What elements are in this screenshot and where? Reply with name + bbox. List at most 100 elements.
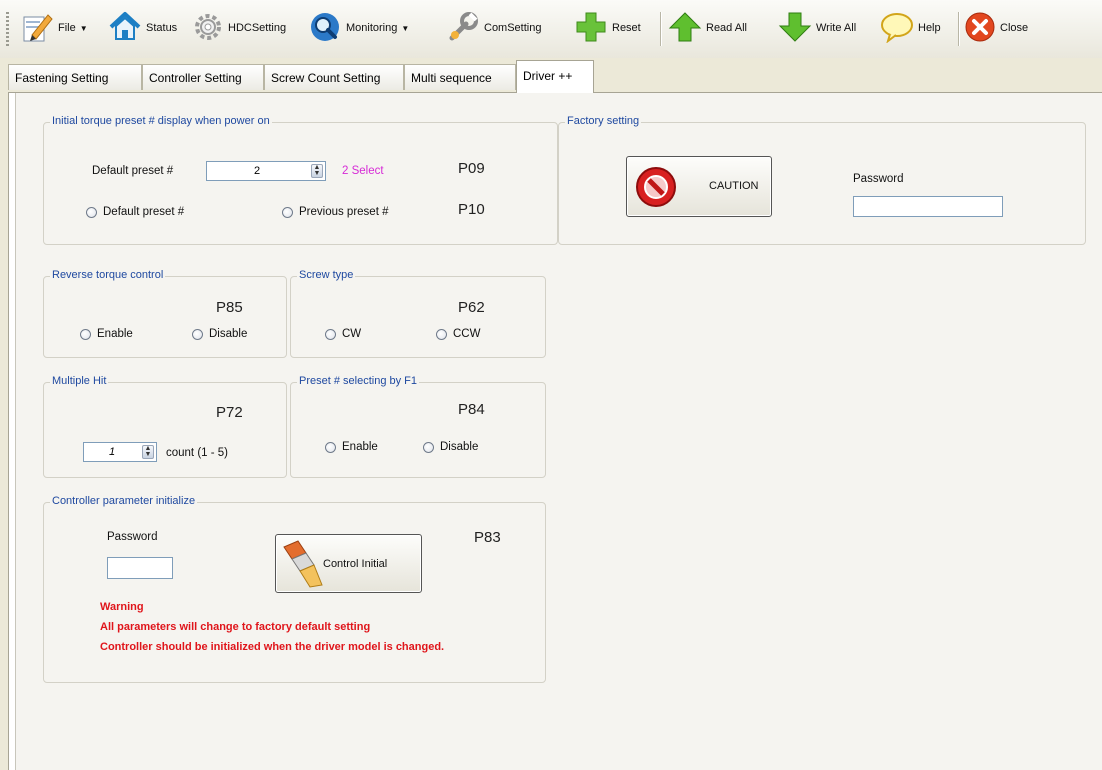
radio-f1-enable-label: Enable: [342, 441, 378, 453]
read-all-button[interactable]: Read All: [668, 8, 747, 48]
radio-reverse-disable-label: Disable: [209, 328, 248, 340]
hdc-setting-button[interactable]: HDCSetting: [192, 8, 286, 48]
preset-f1-title: Preset # selecting by F1: [297, 375, 420, 387]
hdc-setting-label: HDCSetting: [228, 22, 287, 34]
status-label: Status: [146, 22, 178, 34]
radio-default-preset-label: Default preset #: [103, 206, 185, 218]
radio-circle-icon: [192, 328, 203, 340]
help-button[interactable]: Help: [880, 8, 941, 48]
toolbar-grip[interactable]: [6, 12, 9, 48]
read-all-label: Read All: [706, 22, 747, 34]
multiple-hit-group: Multiple Hit P72 1 ▲ ▼ count (1 - 5): [43, 375, 287, 478]
reset-label: Reset: [612, 22, 641, 34]
warning-line-2: Controller should be initialized when th…: [100, 641, 445, 653]
p10-code: P10: [458, 201, 485, 218]
reverse-torque-group: Reverse torque control P85 Enable Disabl…: [43, 269, 287, 358]
default-preset-spinner[interactable]: 2 ▲ ▼: [206, 161, 326, 181]
initial-torque-title: Initial torque preset # display when pow…: [50, 115, 272, 127]
radio-circle-icon: [80, 328, 91, 340]
tab-multi-sequence[interactable]: Multi sequence: [404, 64, 516, 90]
warning-line-1: All parameters will change to factory de…: [100, 621, 371, 633]
plus-icon: [574, 10, 608, 47]
initial-torque-group: Initial torque preset # display when pow…: [43, 115, 558, 245]
write-all-label: Write All: [816, 22, 857, 34]
tab-screw-count-setting[interactable]: Screw Count Setting: [264, 64, 404, 90]
up-arrow-icon: [668, 10, 702, 47]
radio-previous-preset-label: Previous preset #: [299, 206, 389, 218]
file-label: File: [58, 22, 76, 34]
preset-f1-group: Preset # selecting by F1 P84 Enable Disa…: [290, 375, 546, 478]
radio-circle-icon: [325, 328, 336, 340]
radio-reverse-enable[interactable]: Enable: [80, 328, 133, 340]
document-edit-icon: [18, 9, 54, 48]
multiple-hit-spinner[interactable]: 1 ▲ ▼: [83, 442, 157, 462]
radio-previous-preset[interactable]: Previous preset #: [282, 206, 389, 218]
panel-content: Initial torque preset # display when pow…: [15, 93, 1102, 770]
warning-title: Warning: [100, 601, 144, 613]
preset-select-text: 2 Select: [342, 165, 384, 177]
screw-type-title: Screw type: [297, 269, 356, 281]
p72-code: P72: [216, 404, 243, 421]
close-label: Close: [1000, 22, 1029, 34]
down-arrow-icon: [778, 10, 812, 47]
help-label: Help: [918, 22, 941, 34]
p09-code: P09: [458, 160, 485, 177]
monitoring-label: Monitoring: [346, 22, 398, 34]
tab-bar: Fastening Setting Controller Setting Scr…: [8, 60, 1102, 94]
status-button[interactable]: Status: [108, 8, 177, 48]
toolbar-separator: [660, 12, 661, 46]
p83-code: P83: [474, 529, 501, 546]
init-password-label: Password: [107, 531, 158, 543]
no-entry-icon: [635, 166, 677, 211]
p84-code: P84: [458, 401, 485, 418]
toolbar-separator: [958, 12, 959, 46]
monitoring-menu-button[interactable]: Monitoring ▼: [308, 8, 409, 48]
radio-f1-disable-label: Disable: [440, 441, 479, 453]
tab-fastening-setting[interactable]: Fastening Setting: [8, 64, 142, 90]
screw-type-group: Screw type P62 CW CCW: [290, 269, 546, 358]
radio-f1-enable[interactable]: Enable: [325, 441, 378, 453]
wrench-icon: [446, 10, 480, 47]
com-setting-label: ComSetting: [484, 22, 542, 34]
house-icon: [108, 10, 142, 47]
radio-f1-disable[interactable]: Disable: [423, 441, 478, 453]
multiple-hit-title: Multiple Hit: [50, 375, 109, 387]
radio-reverse-disable[interactable]: Disable: [192, 328, 247, 340]
close-x-icon: [964, 11, 996, 46]
spinner-arrows-icon[interactable]: ▲ ▼: [142, 445, 154, 459]
init-password-field[interactable]: [107, 557, 173, 579]
radio-reverse-enable-label: Enable: [97, 328, 133, 340]
gear-icon: [192, 11, 224, 46]
radio-circle-icon: [282, 206, 293, 218]
p85-code: P85: [216, 299, 243, 316]
radio-cw[interactable]: CW: [325, 328, 361, 340]
radio-circle-icon: [325, 441, 336, 453]
radio-circle-icon: [436, 328, 447, 340]
radio-cw-label: CW: [342, 328, 362, 340]
spinner-arrows-icon[interactable]: ▲ ▼: [311, 164, 323, 178]
multiple-hit-value: 1: [108, 446, 116, 458]
radio-circle-icon: [86, 206, 97, 218]
tab-controller-setting[interactable]: Controller Setting: [142, 64, 264, 90]
radio-default-preset[interactable]: Default preset #: [86, 206, 184, 218]
com-setting-button[interactable]: ComSetting: [446, 8, 541, 48]
factory-setting-group: Factory setting CAUTION Password: [558, 115, 1086, 245]
reset-button[interactable]: Reset: [574, 8, 641, 48]
factory-setting-title: Factory setting: [565, 115, 642, 127]
tab-panel: Initial torque preset # display when pow…: [8, 92, 1102, 770]
speech-bubble-icon: [880, 11, 914, 46]
radio-ccw[interactable]: CCW: [436, 328, 480, 340]
write-all-button[interactable]: Write All: [778, 8, 856, 48]
caution-button[interactable]: CAUTION: [626, 156, 772, 217]
factory-password-field[interactable]: [853, 196, 1003, 217]
tab-driver-plus[interactable]: Driver ++: [516, 60, 594, 93]
p62-code: P62: [458, 299, 485, 316]
controller-init-group: Controller parameter initialize Password…: [43, 495, 546, 683]
file-menu-button[interactable]: File ▼: [18, 8, 88, 48]
radio-circle-icon: [423, 441, 434, 453]
control-initial-button[interactable]: Control Initial: [275, 534, 422, 593]
close-button[interactable]: Close: [964, 8, 1028, 48]
default-preset-value: 2: [253, 165, 261, 177]
radio-ccw-label: CCW: [453, 328, 481, 340]
eraser-icon: [280, 539, 326, 592]
